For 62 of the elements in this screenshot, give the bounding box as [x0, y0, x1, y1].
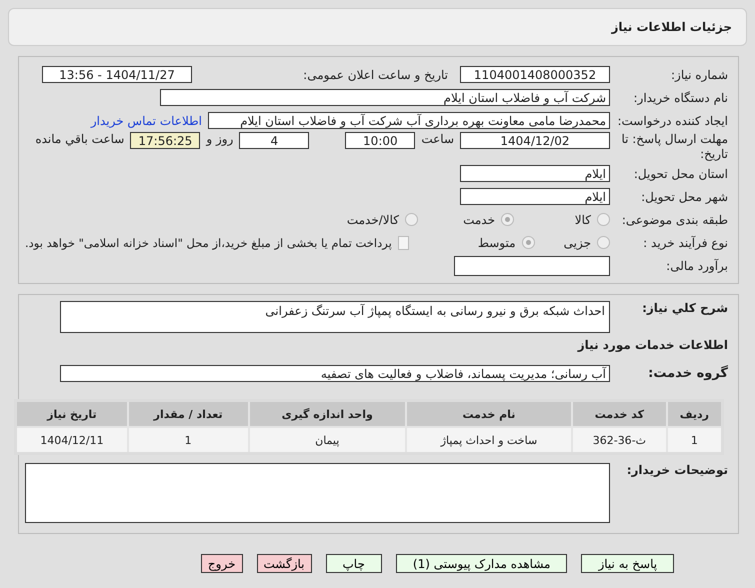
- field-label: طبقه بندی موضوعی:: [620, 212, 728, 226]
- table-cell: ساخت و احداث پمپاژ: [406, 427, 572, 454]
- table-cell: 1404/12/11: [16, 427, 128, 454]
- radio-button[interactable]: [597, 236, 610, 249]
- action-button[interactable]: بازگشت: [256, 554, 312, 573]
- announce-date-field: 1404/11/27 - 13:56: [42, 66, 192, 83]
- radio-label: کالا/خدمت: [346, 212, 399, 226]
- action-button[interactable]: چاپ: [326, 554, 382, 573]
- field-label: ایجاد کننده درخواست:: [616, 114, 728, 128]
- field-label: گروه خدمت:: [647, 366, 728, 381]
- section-title: اطلاعات خدمات مورد نیاز: [578, 338, 728, 352]
- page-title: جزئیات اطلاعات نیاز: [611, 20, 732, 34]
- field-label: توضیحات خریدار:: [626, 463, 728, 477]
- radio-label: خدمت: [463, 212, 495, 226]
- radio-label: متوسط: [478, 236, 516, 250]
- need-number-field: 1104001408000352: [460, 66, 610, 83]
- time-label: ساعت: [421, 132, 454, 146]
- radio-button[interactable]: [522, 236, 535, 249]
- summary-textarea[interactable]: احداث شبکه برق و نیرو رسانی به ایستگاه پمپاژ آب سرتنگ زعفرانی: [60, 301, 610, 333]
- radio-button[interactable]: [597, 213, 610, 226]
- field-label: شماره نیاز:: [670, 68, 728, 82]
- field-label: برآورد مالی:: [665, 258, 728, 272]
- column-header: واحد اندازه گیری: [248, 400, 406, 427]
- field-label: تاریخ و ساعت اعلان عمومی:: [302, 68, 449, 82]
- radio-label: کالا: [574, 212, 591, 226]
- field-label: نام دستگاه خریدار:: [632, 90, 728, 104]
- table-cell: پیمان: [248, 427, 406, 454]
- days-field: 4: [239, 132, 310, 149]
- column-header: تعداد / مقدار: [128, 400, 248, 427]
- column-header: ردیف: [666, 400, 722, 427]
- service-group-field: آب رسانی؛ مدیریت پسماند، فاضلاب و فعالیت های تصفیه: [60, 365, 610, 382]
- action-button[interactable]: خروج: [200, 554, 242, 573]
- column-header: تاریخ نیاز: [16, 400, 128, 427]
- remaining-time-field: 17:56:25: [130, 132, 200, 149]
- field-label: مهلت ارسال پاسخ: تا تاریخ:: [620, 132, 728, 162]
- notes-textarea[interactable]: [25, 463, 610, 523]
- province-field: ایلام: [460, 165, 610, 182]
- table-cell: 1: [666, 427, 722, 454]
- radio-label: جزیی: [564, 236, 591, 250]
- checkbox[interactable]: [398, 236, 410, 250]
- remaining-label: ساعت باقي مانده: [35, 132, 124, 146]
- city-field: ایلام: [460, 188, 610, 205]
- action-button[interactable]: پاسخ به نیاز: [581, 554, 674, 573]
- radio-button[interactable]: [405, 213, 418, 226]
- radio-button[interactable]: [501, 213, 514, 226]
- contact-link[interactable]: اطلاعات تماس خریدار: [90, 114, 202, 128]
- checkbox-label: پرداخت تمام یا بخشی از مبلغ خرید،از محل "اسناد خزانه اسلامی" خواهد بود.: [25, 236, 392, 250]
- estimate-field[interactable]: [454, 256, 610, 276]
- table-cell: 1: [128, 427, 248, 454]
- days-label: روز و: [206, 132, 234, 146]
- column-header: کد خدمت: [572, 400, 667, 427]
- field-label: شرح کلي نیاز:: [641, 301, 728, 315]
- field-label: شهر محل تحویل:: [640, 190, 728, 204]
- buyer-field: شرکت آب و فاضلاب استان ایلام: [160, 89, 610, 106]
- field-label: استان محل تحویل:: [632, 166, 728, 180]
- action-button[interactable]: مشاهده مدارک پیوستی (1): [396, 554, 568, 573]
- column-header: نام خدمت: [406, 400, 572, 427]
- creator-field: محمدرضا مامی معاونت بهره برداری آب شرکت آب و فاضلاب استان ایلام: [208, 112, 610, 129]
- field-label: نوع فرآیند خرید :: [642, 236, 728, 250]
- deadline-time-field: 10:00: [345, 132, 416, 149]
- deadline-date-field: 1404/12/02: [460, 132, 610, 149]
- table-cell: ث-36-362: [572, 427, 667, 454]
